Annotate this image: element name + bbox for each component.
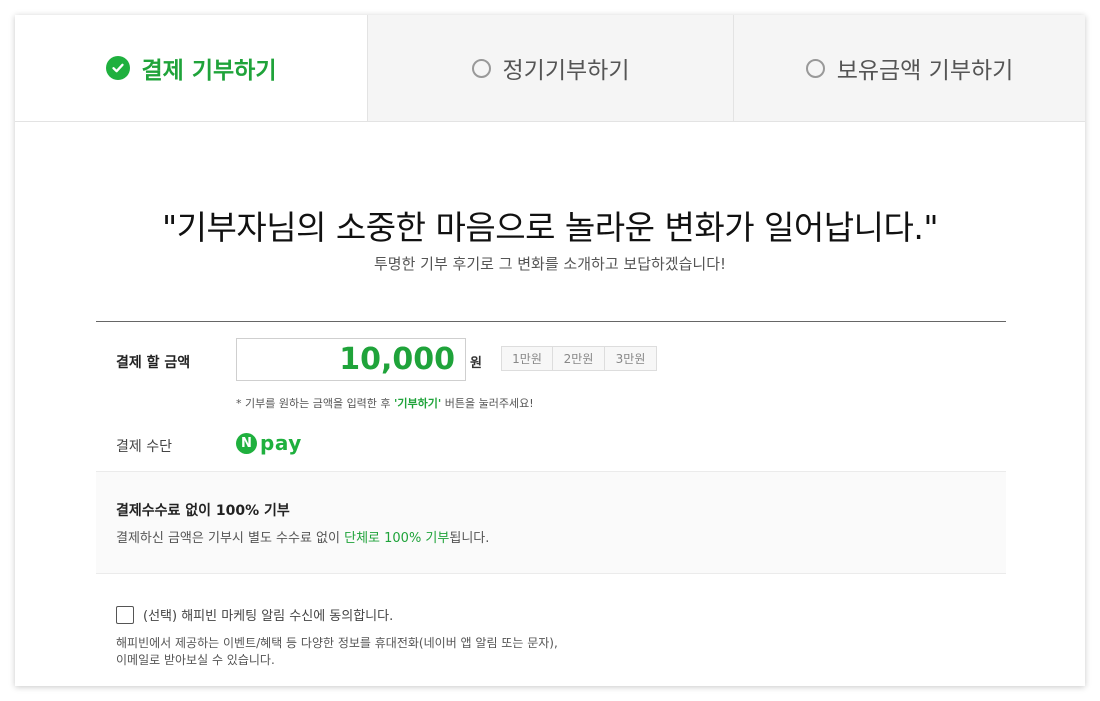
consent-desc-line: 해피빈에서 제공하는 이벤트/혜택 등 다양한 정보를 휴대전화(네이버 앱 알… — [116, 636, 558, 650]
npay-logo[interactable]: N pay — [236, 431, 302, 455]
donation-type-tabs: 결제 기부하기 정기기부하기 보유금액 기부하기 — [15, 15, 1085, 122]
fee-notice-title: 결제수수료 없이 100% 기부 — [116, 503, 290, 519]
section-divider — [96, 321, 1006, 322]
fee-desc-prefix: 결제하신 금액은 기부시 별도 수수료 없이 — [116, 531, 345, 546]
radio-empty-icon — [471, 58, 491, 78]
marketing-consent-label: (선택) 해피빈 마케팅 알림 수신에 동의합니다. — [143, 609, 394, 624]
quick-amount-30000-button[interactable]: 3만원 — [605, 346, 657, 371]
tab-label: 보유금액 기부하기 — [836, 58, 1014, 84]
tab-payment-donation[interactable]: 결제 기부하기 — [15, 15, 367, 121]
fee-desc-suffix: 됩니다. — [449, 531, 490, 546]
quick-amount-buttons: 1만원 2만원 3만원 — [501, 346, 657, 371]
tab-label: 정기기부하기 — [502, 58, 630, 84]
donation-panel: 결제 기부하기 정기기부하기 보유금액 기부하기 "기부자님의 소중한 마음으로… — [15, 15, 1085, 686]
hint-highlight: '기부하기' — [394, 397, 442, 410]
amount-hint: * 기부를 원하는 금액을 입력한 후 '기부하기' 버튼을 눌러주세요! — [236, 395, 534, 411]
currency-unit: 원 — [470, 356, 482, 371]
fee-notice-box: 결제수수료 없이 100% 기부 결제하신 금액은 기부시 별도 수수료 없이 … — [96, 471, 1006, 574]
consent-desc-line: 이메일로 받아보실 수 있습니다. — [116, 653, 275, 667]
tab-balance-donation[interactable]: 보유금액 기부하기 — [733, 15, 1085, 121]
fee-desc-highlight: 단체로 100% 기부 — [344, 531, 450, 546]
payment-method-label: 결제 수단 — [116, 439, 172, 455]
npay-n-icon: N — [236, 432, 257, 454]
hint-prefix: * 기부를 원하는 금액을 입력한 후 — [236, 397, 395, 410]
tab-regular-donation[interactable]: 정기기부하기 — [367, 15, 733, 121]
amount-value: 10,000 — [339, 342, 455, 377]
check-circle-icon — [105, 56, 130, 80]
hint-suffix: 버튼을 눌러주세요! — [441, 397, 534, 410]
subline: 투명한 기부 후기로 그 변화를 소개하고 보답하겠습니다! — [373, 255, 727, 273]
radio-empty-icon — [805, 58, 825, 78]
amount-label: 결제 할 금액 — [116, 355, 191, 371]
quick-amount-20000-button[interactable]: 2만원 — [553, 346, 605, 371]
npay-text: pay — [260, 431, 302, 455]
marketing-consent-desc: 해피빈에서 제공하는 이벤트/혜택 등 다양한 정보를 휴대전화(네이버 앱 알… — [116, 635, 558, 669]
headline: "기부자님의 소중한 마음으로 놀라운 변화가 일어납니다." — [161, 208, 939, 247]
amount-input[interactable]: 10,000 — [236, 338, 466, 381]
quick-amount-10000-button[interactable]: 1만원 — [501, 346, 553, 371]
marketing-consent[interactable]: (선택) 해피빈 마케팅 알림 수신에 동의합니다. — [116, 605, 393, 624]
marketing-consent-checkbox[interactable] — [116, 605, 134, 624]
tab-label: 결제 기부하기 — [141, 58, 277, 84]
fee-notice-desc: 결제하신 금액은 기부시 별도 수수료 없이 단체로 100% 기부됩니다. — [116, 527, 489, 546]
